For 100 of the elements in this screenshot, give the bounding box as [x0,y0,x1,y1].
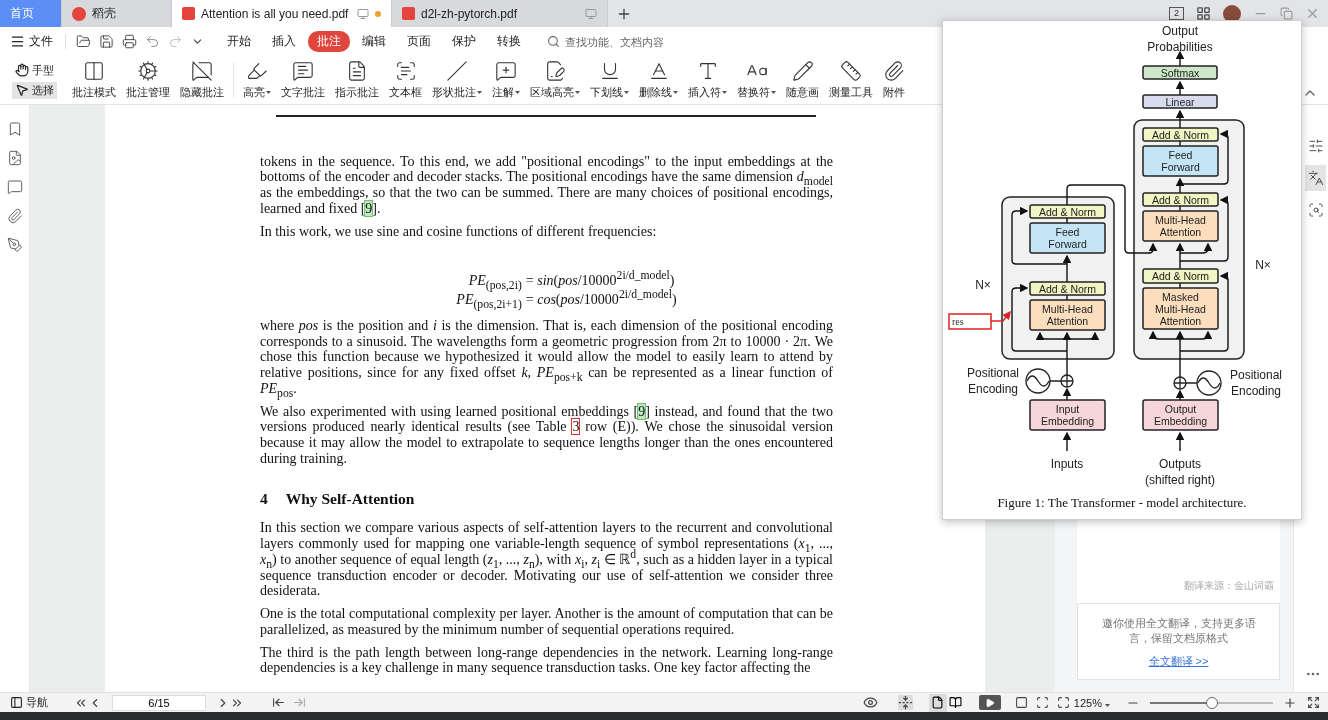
ribbon-tab[interactable]: 转换 [488,31,530,52]
app-logo-icon [72,6,86,21]
citation-link[interactable]: 9 [638,403,646,419]
play-button[interactable] [978,695,1001,710]
tool-button[interactable]: 高亮 [238,60,276,100]
tool-button[interactable]: 文本框 [384,60,427,100]
search-icon [547,35,560,48]
mode-button[interactable]: 选择 [12,81,57,99]
ribbon-tab[interactable]: 保护 [443,31,485,52]
caret-icon [771,91,776,94]
document-pen-icon [544,60,566,82]
fit-height-icon[interactable] [897,695,913,710]
save-icon[interactable] [99,34,114,49]
tool-button[interactable]: 文字批注 [276,60,330,100]
tool-button[interactable]: 区域高亮 [525,60,585,100]
ribbon-tab[interactable]: 批注 [308,31,350,52]
pointer-icon [15,83,29,97]
page-number-field[interactable]: 6/15 [112,694,206,711]
table-link[interactable]: 3 [572,419,580,435]
speech-bubble-text-icon [292,60,314,82]
zoom-in-icon[interactable] [1283,695,1297,710]
caret-icon [722,91,727,94]
output-label: Outputs (shifted right) [1145,457,1215,487]
eye-icon[interactable] [862,695,878,710]
ribbon-tab[interactable]: 插入 [263,31,305,52]
sum-node [1060,374,1074,388]
section-number: 4 [260,490,268,507]
paperclip-icon[interactable] [6,208,23,224]
add-norm-block: Add & Norm [1142,192,1219,207]
back-icon[interactable] [272,696,285,709]
highlighter-icon [246,60,268,82]
navigation-button[interactable]: 导航 [10,695,48,710]
pdf-file-icon [402,7,415,20]
image-icon[interactable] [6,150,23,166]
citation-link[interactable]: 9 [365,200,373,216]
tool-button[interactable]: 附件 [878,60,910,100]
screen-count-button[interactable]: 2 [1169,7,1184,20]
ribbon-tab[interactable]: 页面 [398,31,440,52]
fit-page-icon[interactable] [1035,696,1049,709]
paragraph: In this section we compare various aspects of self-attention layers to the recurrent and convolutional layers commonly used for mapping one variable-length sequence of symbol representations (x$_{1}$, ..., x$_{n}$) to another sequence of equal length (z$_{1}$, ..., z$_{n}$), with x$_{i}$, z$_{i}$ ∈ ℝ$^{d}$, such as a hidden layer in a typical sequence transduction encoder or decoder. Motivating our use of self-attention we consider three desiderata. [260,520,833,599]
tool-button[interactable]: 批注模式 [67,60,121,100]
tool-button[interactable]: 测量工具 [824,60,878,100]
zoom-level-button[interactable]: 125% [1073,696,1110,709]
line-icon [446,60,468,82]
document-tab[interactable]: 稻壳 [62,0,172,27]
tool-button[interactable]: 隐藏批注 [175,60,229,100]
promo-text: 邀你使用全文翻译，支持更多语言，保留文档原格式 [1100,616,1257,646]
comment-icon[interactable] [6,179,23,195]
menu-icon [10,34,25,49]
sine-wave-icon [1025,368,1051,394]
zoom-slider-thumb[interactable] [1205,696,1218,709]
tool-button[interactable]: 删除线 [634,60,683,100]
tool-button[interactable]: 替换符 [732,60,781,100]
play-icon [984,697,995,708]
ruler-icon [840,60,862,82]
monitor-icon [585,7,597,20]
add-norm-block: Add & Norm [1142,268,1219,284]
encoding-label: Positional Encoding [1230,368,1282,398]
file-menu-button[interactable]: 文件 [10,33,53,50]
repeat-label: N× [1255,258,1271,272]
document-tab[interactable]: d2l-zh-pytorch.pdf [392,0,608,27]
actual-size-icon[interactable] [1014,696,1028,709]
tool-button[interactable]: 注解 [487,60,525,100]
linear-block: Linear [1142,94,1218,109]
tool-button[interactable]: 批注管理 [121,60,175,100]
grid-icon[interactable] [1196,6,1211,21]
open-folder-icon[interactable] [76,34,91,49]
single-page-button[interactable] [928,693,947,712]
tool-button[interactable]: 下划线 [585,60,634,100]
document-icon [346,60,368,82]
undo-icon[interactable] [145,34,160,49]
pencil-icon [791,60,814,82]
output-label: Output Probabilities [1147,24,1213,54]
ribbon-tab[interactable]: 编辑 [353,31,395,52]
translate-icon [1307,170,1324,186]
attention-block: Multi-Head Attention [1029,299,1106,331]
print-icon[interactable] [122,34,137,49]
pen-nib-icon[interactable] [6,237,23,253]
encoding-label: Positional Encoding [967,366,1019,396]
ribbon-tab[interactable]: 开始 [218,31,260,52]
mode-button[interactable]: 手型 [12,61,57,79]
translate-button[interactable] [1305,165,1326,191]
fullscreen-icon[interactable] [1307,696,1320,709]
tool-button[interactable]: 指示批注 [330,60,384,100]
document-tab[interactable]: Attention is all you need.pdf [172,0,392,27]
tool-button[interactable]: 形状批注 [427,60,487,100]
section-heading: Why Self-Attention [285,490,415,507]
fit-width-icon[interactable] [1056,696,1070,709]
paragraph: One is the total computational complexity per layer. Another is the amount of computation that can be parallelized, as measured by the minimum number of sequential operations required. [260,606,833,638]
caret-icon [477,91,482,94]
full-translation-link[interactable]: 全文翻译 >> [1148,654,1209,669]
paragraph: The third is the path length between long-range dependencies in the network. Learning long-range dependencies is a key challenge in many sequence transduction tasks. One key factor affecting the [260,644,833,676]
search-icon [1307,202,1324,218]
search-field[interactable]: 查找功能、文档内容 [563,34,693,49]
unsaved-dot [375,10,381,17]
figure-caption: Figure 1: The Transformer - model architecture. [997,495,1247,511]
speech-bubble-off-icon [191,60,213,82]
input-label: Inputs [1050,457,1084,471]
tool-button[interactable]: 随意画 [781,60,824,100]
tool-button[interactable]: 插入符 [683,60,732,100]
